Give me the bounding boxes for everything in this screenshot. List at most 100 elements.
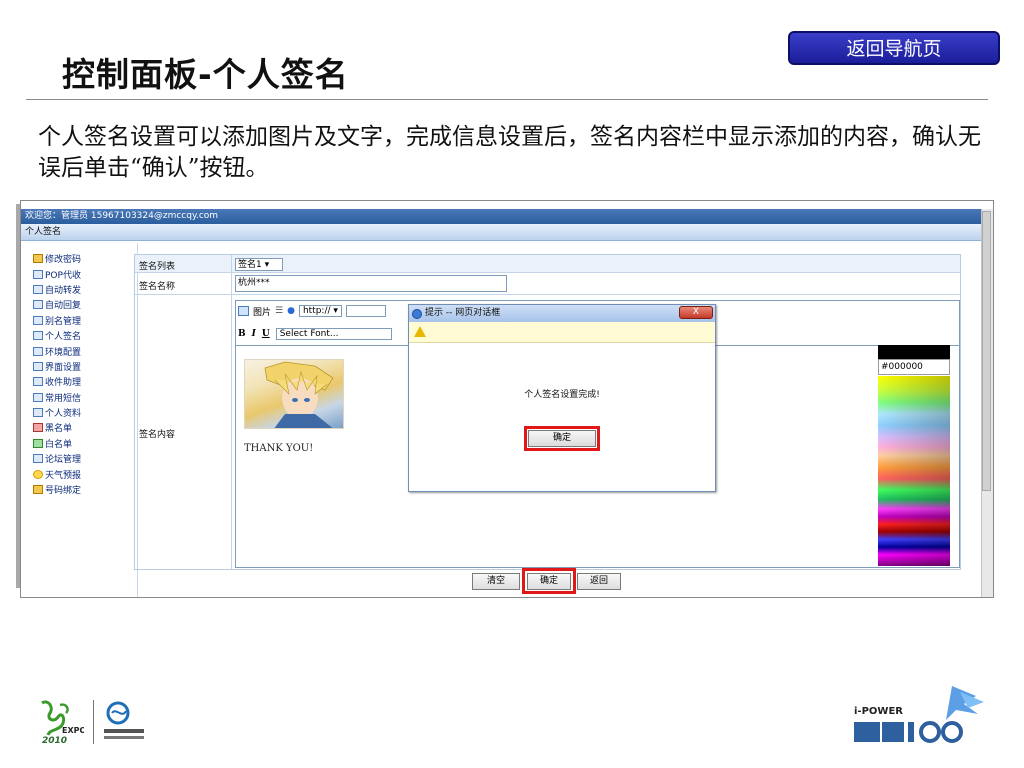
confirm-highlight — [522, 568, 576, 594]
welcome-bar: 欢迎您：管理员 15967103324@zmccqy.com — [21, 209, 981, 224]
warning-icon — [414, 326, 426, 337]
row-divider — [135, 272, 960, 273]
sidebar-item-label: 黑名单 — [45, 424, 73, 435]
sidebar-item-label: 别名管理 — [45, 316, 82, 327]
url-value: http:// — [302, 306, 331, 316]
underline-button[interactable]: U — [262, 329, 270, 339]
dialog-message: 个人签名设置完成! — [524, 390, 600, 400]
sidebar-item-auto-reply[interactable]: 自动回复 — [33, 297, 133, 312]
mailbox-icon — [33, 269, 43, 279]
sidebar-item-environment[interactable]: 环境配置 — [33, 343, 133, 358]
signature-list-value: 签名1 — [238, 260, 262, 270]
italic-button[interactable]: I — [252, 329, 256, 339]
sidebar-item-label: 修改密码 — [45, 255, 82, 266]
key-icon — [33, 254, 43, 264]
dialog-close-button[interactable]: X — [679, 306, 713, 319]
profile-icon — [33, 408, 43, 418]
weather-icon — [33, 469, 43, 479]
settings-sidebar: 修改密码 POP代收 自动转发 自动回复 别名管理 个人签名 环境配置 界面设置… — [33, 251, 133, 497]
sidebar-item-label: 号码绑定 — [45, 486, 82, 497]
sidebar-item-weather[interactable]: 天气预报 — [33, 466, 133, 481]
interface-icon — [33, 361, 43, 371]
bold-button[interactable]: B — [238, 329, 246, 339]
ipower-logo-text: i-POWER — [854, 706, 903, 717]
sidebar-item-label: 白名单 — [45, 439, 73, 450]
settings-icon — [33, 346, 43, 356]
clear-button[interactable]: 清空 — [472, 573, 520, 590]
inbox-helper-icon — [33, 377, 43, 387]
url-input[interactable]: http:// ▾ — [298, 305, 342, 317]
ipower-logo: i-POWER — [848, 680, 993, 750]
sidebar-item-pop[interactable]: POP代收 — [33, 266, 133, 281]
sidebar-item-label: 环境配置 — [45, 347, 82, 358]
signature-icon — [33, 331, 43, 341]
expo-year-mark: 2010 — [42, 736, 67, 745]
sidebar-item-label: 自动回复 — [45, 301, 82, 312]
font-select[interactable]: Select Font... — [275, 328, 392, 340]
page-label-bar: 个人签名 — [21, 224, 981, 241]
sidebar-item-label: 个人资料 — [45, 409, 82, 420]
color-preview — [878, 345, 950, 359]
sidebar-item-forum[interactable]: 论坛管理 — [33, 451, 133, 466]
sidebar-item-blacklist[interactable]: 黑名单 — [33, 420, 133, 435]
sidebar-item-alias[interactable]: 别名管理 — [33, 313, 133, 328]
sidebar-item-label: 论坛管理 — [45, 455, 82, 466]
signature-content-label: 签名内容 — [139, 430, 176, 440]
list-icon: ☰ — [275, 306, 284, 316]
dialog-ok-highlight — [524, 426, 600, 451]
scrollbar-thumb[interactable] — [982, 211, 991, 491]
sidebar-item-label: 界面设置 — [45, 362, 82, 373]
sidebar-item-label: 个人签名 — [45, 332, 82, 343]
sidebar-item-label: 常用短信 — [45, 393, 82, 404]
sidebar-item-inbox-helper[interactable]: 收件助理 — [33, 374, 133, 389]
signature-list-label: 签名列表 — [139, 262, 176, 272]
image-icon — [238, 306, 249, 316]
whitelist-icon — [33, 438, 43, 448]
dialog-warning-bar — [409, 322, 715, 343]
insert-image-button[interactable]: 图片 — [253, 305, 271, 318]
back-to-nav-button[interactable]: 返回导航页 — [788, 31, 1000, 65]
alias-icon — [33, 315, 43, 325]
expo-logo: EXPO 2010 — [36, 699, 86, 746]
sidebar-item-sms[interactable]: 常用短信 — [33, 390, 133, 405]
forum-icon — [33, 454, 43, 464]
phone-bind-icon — [33, 485, 43, 495]
back-button[interactable]: 返回 — [577, 573, 621, 590]
page-title: 控制面板-个人签名 — [62, 55, 349, 94]
dialog-title: 提示 -- 网页对话框 — [409, 305, 715, 322]
value-cell-bg — [231, 255, 960, 272]
sidebar-item-auto-forward[interactable]: 自动转发 — [33, 282, 133, 297]
sidebar-item-interface[interactable]: 界面设置 — [33, 359, 133, 374]
expo-logo-text: EXPO — [62, 726, 84, 735]
sms-icon — [33, 392, 43, 402]
reply-icon — [33, 300, 43, 310]
sidebar-item-phone-bind[interactable]: 号码绑定 — [33, 482, 133, 497]
sidebar-item-profile[interactable]: 个人资料 — [33, 405, 133, 420]
url-extra-input[interactable] — [345, 305, 386, 317]
screenshot-frame: 欢迎您：管理员 15967103324@zmccqy.com 个人签名 修改密码… — [20, 200, 994, 598]
sidebar-item-label: 天气预报 — [45, 470, 82, 481]
signature-body-text: THANK YOU! — [244, 443, 314, 454]
blacklist-icon — [33, 423, 43, 433]
color-palette-grid[interactable] — [878, 376, 950, 566]
logo-divider — [93, 700, 94, 744]
sidebar-item-label: 自动转发 — [45, 285, 82, 296]
description-text: 个人签名设置可以添加图片及文字，完成信息设置后，签名内容栏中显示添加的内容，确认… — [38, 124, 981, 181]
chevron-down-icon: ▾ — [264, 260, 270, 270]
signature-name-input[interactable]: 杭州*** — [235, 275, 507, 292]
color-hex-input[interactable]: #000000 — [878, 359, 950, 375]
signature-list-select[interactable]: 签名1 ▾ — [235, 258, 283, 271]
china-mobile-logo — [104, 701, 146, 743]
forward-icon — [33, 284, 43, 294]
editor-toolbar: 图片 ☰ ● http:// ▾ — [238, 304, 386, 318]
sidebar-item-label: POP代收 — [45, 270, 81, 281]
sidebar-item-signature[interactable]: 个人签名 — [33, 328, 133, 343]
sidebar-item-change-password[interactable]: 修改密码 — [33, 251, 133, 266]
title-divider — [26, 99, 988, 100]
signature-image — [244, 359, 344, 429]
browser-icon — [412, 309, 422, 319]
signature-name-label: 签名名称 — [139, 282, 176, 292]
format-toolbar: B I U Select Font... — [238, 327, 392, 341]
link-icon[interactable]: ● — [287, 306, 295, 316]
sidebar-item-whitelist[interactable]: 白名单 — [33, 436, 133, 451]
